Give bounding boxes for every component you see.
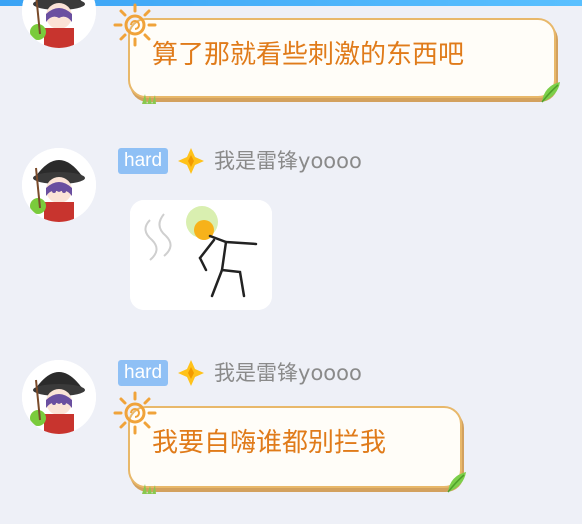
avatar[interactable] — [22, 148, 96, 222]
sticker-image[interactable] — [130, 200, 272, 310]
avatar[interactable] — [22, 0, 96, 48]
grass-icon — [140, 92, 158, 104]
stickman-sticker — [130, 200, 272, 310]
grass-icon — [140, 482, 158, 494]
sender-meta: hard 我是雷锋yoooo — [118, 148, 362, 174]
title-badge[interactable]: hard — [118, 148, 169, 174]
diamond-icon — [176, 358, 206, 388]
message-text: 我要自嗨谁都别拦我 — [152, 428, 387, 458]
sender-nickname[interactable]: 我是雷锋yoooo — [214, 148, 362, 174]
title-badge[interactable]: hard — [118, 360, 169, 386]
leaf-icon — [538, 80, 564, 104]
sun-icon — [112, 390, 158, 436]
avatar[interactable] — [22, 360, 96, 434]
sender-meta: hard 我是雷锋yoooo — [118, 360, 362, 386]
sender-nickname[interactable]: 我是雷锋yoooo — [214, 360, 362, 386]
message-text: 算了那就看些刺激的东西吧 — [152, 40, 465, 70]
leaf-icon — [444, 470, 470, 494]
chat-bubble[interactable]: 算了那就看些刺激的东西吧 — [113, 3, 560, 104]
sun-icon — [112, 2, 158, 48]
chat-bubble[interactable]: 我要自嗨谁都别拦我 — [113, 391, 466, 494]
diamond-icon — [176, 146, 206, 176]
